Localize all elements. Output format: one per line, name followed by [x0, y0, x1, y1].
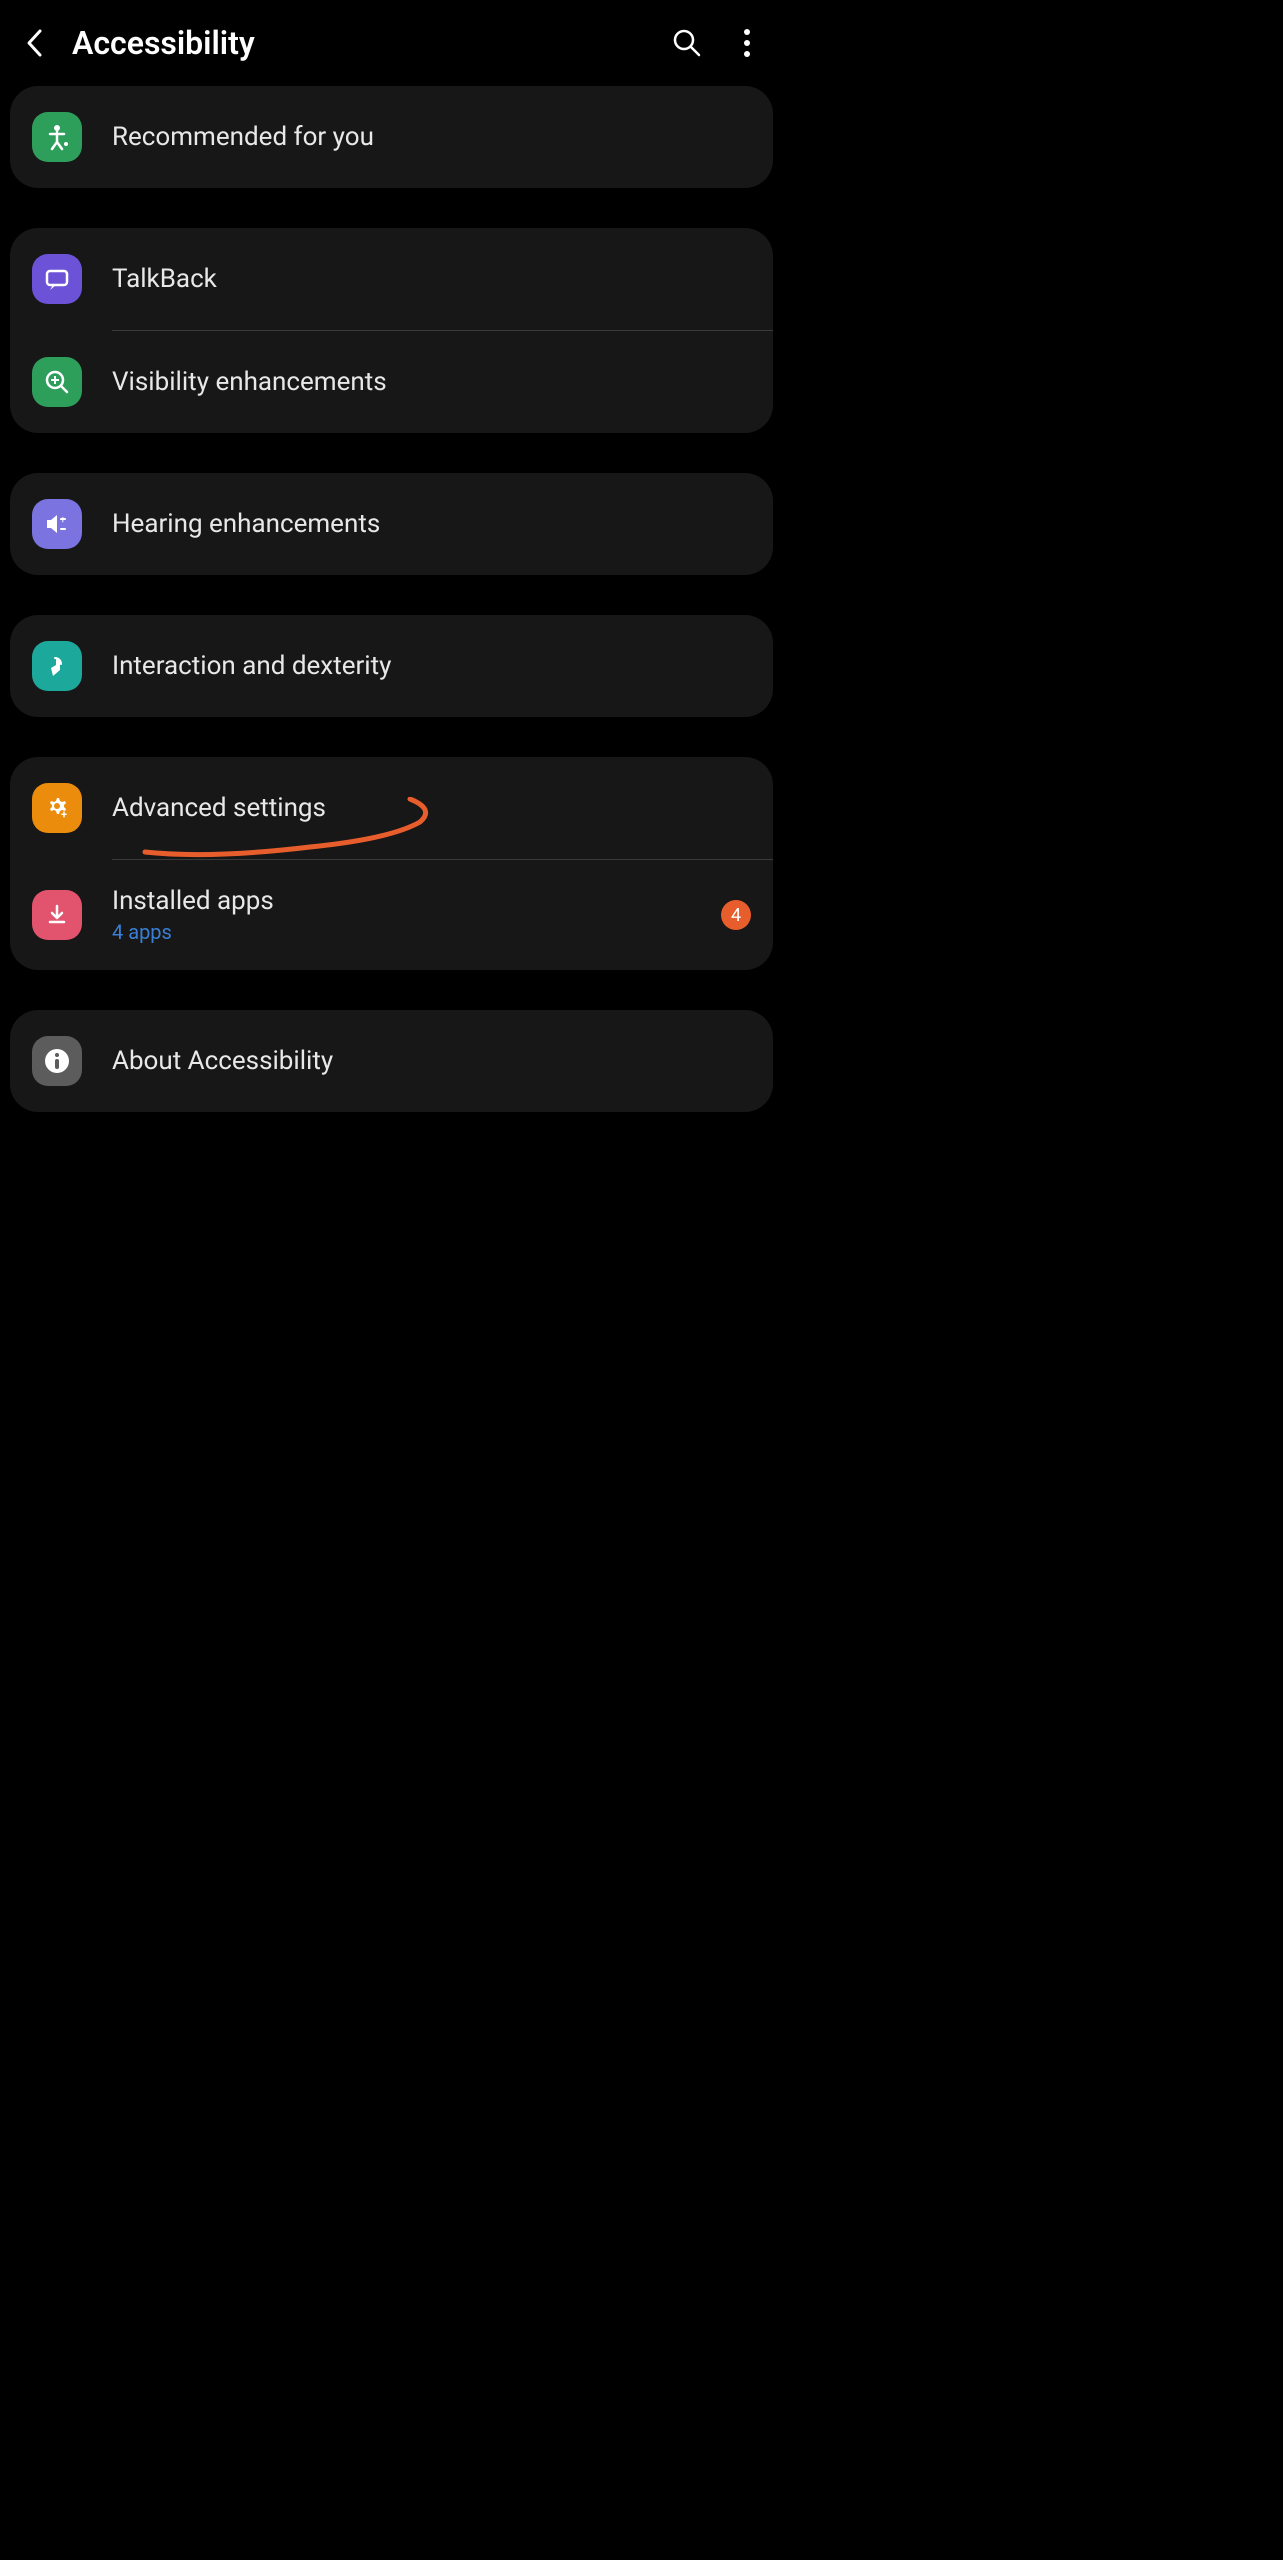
row-label: Installed apps — [112, 886, 691, 916]
row-text: Recommended for you — [112, 122, 751, 152]
info-icon — [32, 1036, 82, 1086]
header-actions — [671, 27, 763, 59]
row-text: Advanced settings — [112, 793, 751, 823]
card-hearing: + Hearing enhancements — [10, 473, 773, 575]
content: Recommended for you TalkBack — [0, 86, 783, 1112]
row-advanced[interactable]: + Advanced settings — [10, 757, 773, 859]
card-interaction: Interaction and dexterity — [10, 615, 773, 717]
count-badge: 4 — [721, 900, 751, 930]
card-advanced-installed: + Advanced settings Installed apps 4 — [10, 757, 773, 970]
download-icon — [32, 890, 82, 940]
more-vert-icon — [743, 28, 751, 58]
row-hearing[interactable]: + Hearing enhancements — [10, 473, 773, 575]
row-label: Recommended for you — [112, 122, 751, 152]
row-label: TalkBack — [112, 264, 751, 294]
row-visibility[interactable]: Visibility enhancements — [10, 331, 773, 433]
row-recommended[interactable]: Recommended for you — [10, 86, 773, 188]
magnifier-plus-icon — [32, 357, 82, 407]
search-button[interactable] — [671, 27, 703, 59]
row-interaction[interactable]: Interaction and dexterity — [10, 615, 773, 717]
row-label: About Accessibility — [112, 1046, 751, 1076]
svg-text:+: + — [61, 808, 67, 821]
more-button[interactable] — [731, 27, 763, 59]
row-text: Installed apps 4 apps — [112, 886, 691, 944]
back-button[interactable] — [20, 29, 48, 57]
card-recommended: Recommended for you — [10, 86, 773, 188]
row-text: TalkBack — [112, 264, 751, 294]
row-text: Visibility enhancements — [112, 367, 751, 397]
accessibility-person-icon — [32, 112, 82, 162]
row-text: About Accessibility — [112, 1046, 751, 1076]
row-text: Interaction and dexterity — [112, 651, 751, 681]
talkback-icon — [32, 254, 82, 304]
row-talkback[interactable]: TalkBack — [10, 228, 773, 330]
svg-text:+: + — [60, 515, 66, 526]
row-label: Visibility enhancements — [112, 367, 751, 397]
gear-plus-icon: + — [32, 783, 82, 833]
row-about[interactable]: About Accessibility — [10, 1010, 773, 1112]
header: Accessibility — [0, 0, 783, 86]
touch-icon — [32, 641, 82, 691]
search-icon — [672, 28, 702, 58]
card-about: About Accessibility — [10, 1010, 773, 1112]
row-label: Advanced settings — [112, 793, 751, 823]
row-sublabel: 4 apps — [112, 920, 691, 944]
speaker-icon: + — [32, 499, 82, 549]
card-talkback-visibility: TalkBack Visibility enhancements — [10, 228, 773, 433]
row-text: Hearing enhancements — [112, 509, 751, 539]
row-installed-apps[interactable]: Installed apps 4 apps 4 — [10, 860, 773, 970]
page-title: Accessibility — [72, 24, 647, 62]
row-label: Hearing enhancements — [112, 509, 751, 539]
chevron-left-icon — [25, 28, 43, 58]
row-label: Interaction and dexterity — [112, 651, 751, 681]
